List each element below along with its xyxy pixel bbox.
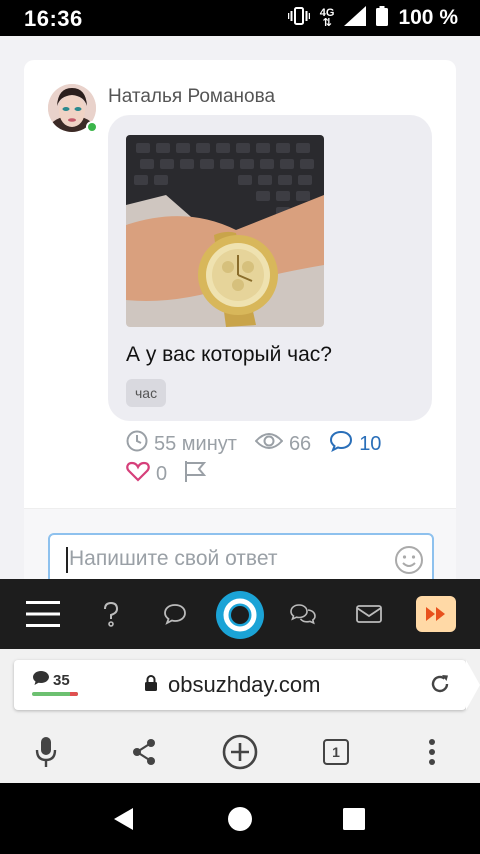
back-icon[interactable] [104, 799, 144, 839]
question-tag[interactable]: час [126, 379, 167, 407]
time-ago: 55 минут [126, 430, 237, 458]
question-stats: 55 минут 66 10 [126, 430, 399, 458]
badge-progress [32, 692, 78, 696]
battery-icon [376, 5, 389, 31]
time-ago-text: 55 минут [154, 432, 237, 455]
tabs-button[interactable]: 1 [314, 730, 358, 774]
signal-icon [344, 5, 367, 31]
android-nav-bar [0, 783, 480, 854]
site-bottom-nav [0, 579, 480, 649]
more-menu-icon[interactable] [410, 730, 454, 774]
reply-placeholder: Напишите свой ответ [69, 547, 278, 570]
question-card: Наталья Романова А у вас который час? ча… [24, 60, 456, 579]
home-logo-icon[interactable] [212, 587, 268, 643]
chats-icon[interactable] [282, 593, 324, 635]
comments-badge[interactable]: 35 [32, 670, 70, 690]
battery-percent: 100 % [398, 6, 458, 29]
speech-bubble-icon [32, 670, 50, 690]
status-bar: 16:36 4G ⇅ 100 % [0, 0, 480, 36]
vibrate-icon [287, 6, 311, 30]
eye-icon [254, 431, 284, 457]
browser-url-bar: 35 obsuzhday.com [0, 649, 480, 721]
reload-icon[interactable] [428, 672, 452, 701]
mail-icon[interactable] [348, 593, 390, 635]
status-time: 16:36 [24, 6, 83, 31]
share-icon[interactable] [122, 730, 166, 774]
page-content: Наталья Романова А у вас который час? ча… [0, 36, 480, 579]
author-name[interactable]: Наталья Романова [108, 86, 275, 108]
chat-bubble-icon[interactable] [154, 593, 196, 635]
url-domain[interactable]: obsuzhday.com [144, 672, 320, 698]
question-photo[interactable] [126, 135, 324, 327]
comment-icon [329, 430, 353, 458]
reply-area: Напишите свой ответ [24, 509, 456, 579]
network-arrows-icon: 4G ⇅ [319, 7, 335, 29]
comments-link[interactable]: 10 [329, 430, 381, 458]
recents-icon[interactable] [334, 799, 374, 839]
clock-icon [126, 430, 148, 458]
domain-text: obsuzhday.com [168, 672, 321, 697]
text-caret [66, 547, 68, 573]
emoji-icon[interactable] [394, 545, 424, 579]
browser-toolbar: 1 [0, 721, 480, 783]
comments-badge-count: 35 [53, 671, 70, 689]
microphone-icon[interactable] [24, 730, 68, 774]
lock-icon [144, 672, 158, 698]
network-type: 4G [319, 7, 335, 19]
new-tab-icon[interactable] [218, 730, 262, 774]
question-text[interactable]: А у вас который час? [126, 343, 332, 367]
online-indicator [86, 121, 98, 133]
likes-count: 0 [156, 462, 168, 485]
url-pill[interactable]: 35 obsuzhday.com [14, 660, 480, 710]
fast-forward-icon[interactable] [416, 596, 456, 632]
reply-input[interactable]: Напишите свой ответ [48, 533, 434, 579]
comments-count: 10 [359, 432, 382, 455]
report-button[interactable] [183, 459, 207, 489]
like-button[interactable]: 0 [126, 460, 167, 488]
flag-icon [183, 459, 207, 489]
heart-icon [126, 460, 150, 488]
views-count: 66 [288, 432, 312, 455]
views: 66 [254, 431, 312, 457]
question-icon[interactable] [90, 593, 132, 635]
question-bubble: А у вас который час? час [108, 115, 432, 421]
question-actions: 0 [126, 460, 223, 488]
tabs-count: 1 [323, 739, 349, 765]
home-button-icon[interactable] [220, 799, 260, 839]
menu-icon[interactable] [22, 593, 64, 635]
